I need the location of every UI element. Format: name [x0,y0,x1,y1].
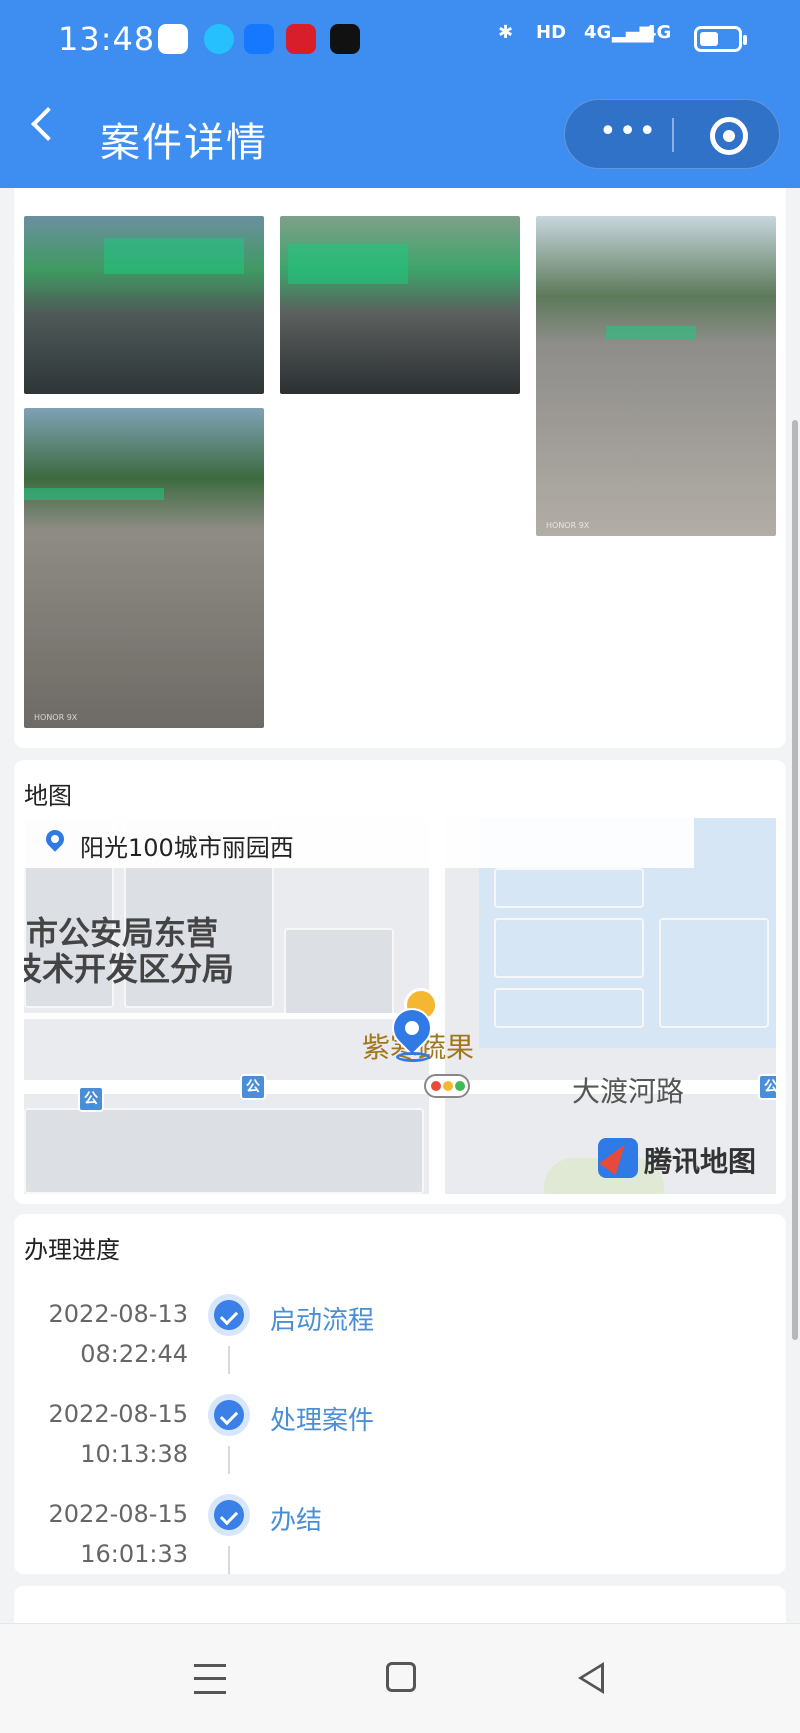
map-block [494,988,644,1028]
location-icon [42,826,68,852]
study-app-icon [286,24,316,54]
system-nav-bar [0,1623,800,1733]
traffic-light-icon [424,1074,470,1098]
map-block [659,918,769,1028]
map-block [24,1108,424,1194]
map-view[interactable]: 市公安局东营 技术开发区分局 紫寒蔬果 公 公 公 大渡河路 腾讯地图 [24,818,776,1194]
photo-watermark: HONOR 9X [34,713,78,722]
step-date: 2022-08-15 [48,1400,188,1428]
hd-badge: HD [536,22,567,43]
back-icon[interactable] [31,107,65,141]
check-circle-icon [208,1294,250,1336]
address-bar: 阳光100城市丽园西 [24,818,694,868]
network-label-2: 4G [644,22,672,43]
notification-app-icon [204,24,234,54]
map-block [284,928,394,1018]
step-label[interactable]: 启动流程 [270,1300,374,1337]
step-time: 16:01:33 [80,1540,188,1568]
case-photo-2[interactable] [280,216,520,394]
green-fence [288,244,408,284]
map-block [494,868,644,908]
progress-step: 2022-08-13 08:22:44 启动流程 [14,1290,786,1390]
notification-app-icon [158,24,188,54]
status-time: 13:48 [58,20,156,58]
timeline-connector [228,1446,230,1474]
step-date: 2022-08-13 [48,1300,188,1328]
green-fence [104,238,244,274]
tencent-map-logo: 腾讯地图 [598,1136,768,1180]
timeline-connector [228,1546,230,1574]
case-photo-3[interactable]: HONOR 9X [536,216,776,536]
map-block [494,918,644,978]
step-time: 08:22:44 [80,1340,188,1368]
map-section-title: 地图 [24,782,72,810]
bus-stop-icon[interactable]: 公 [758,1074,776,1100]
map-road [24,1013,424,1019]
app-header: 13:48 ✱ HD 4G ▂▄▆ 4G 案件详情 ••• [0,0,800,188]
step-label[interactable]: 处理案件 [270,1400,374,1437]
home-icon[interactable] [386,1662,416,1692]
step-label[interactable]: 办结 [270,1500,322,1537]
road-label: 大渡河路 [572,1075,685,1108]
green-fence [24,488,164,500]
map-provider-label: 腾讯地图 [644,1145,757,1178]
page-title: 案件详情 [100,120,268,166]
check-circle-icon [208,1494,250,1536]
scrollbar[interactable] [792,420,798,1340]
map-card: 地图 市公安局东营 技术开发区分局 紫寒蔬果 公 公 公 大渡河路 [14,760,786,1204]
bus-stop-icon[interactable]: 公 [240,1074,266,1100]
green-median [606,326,696,340]
timeline-connector [228,1346,230,1374]
bus-stop-icon[interactable]: 公 [78,1086,104,1112]
compass-icon [598,1138,638,1178]
pin-shadow [396,1052,430,1062]
battery-icon [694,26,747,52]
progress-step: 2022-08-15 10:13:38 处理案件 [14,1390,786,1490]
police-label-2: 技术开发区分局 [24,950,235,988]
step-date: 2022-08-15 [48,1500,188,1528]
progress-card: 办理进度 2022-08-13 08:22:44 启动流程 2022-08-15… [14,1214,786,1574]
step-time: 10:13:38 [80,1440,188,1468]
menu-icon[interactable] [194,1664,226,1694]
capsule-divider [672,118,674,152]
photos-card: HONOR 9X HONOR 9X [14,188,786,748]
tiktok-icon [330,24,360,54]
photo-watermark: HONOR 9X [546,521,590,530]
case-photo-4[interactable]: HONOR 9X [24,408,264,728]
check-circle-icon [208,1394,250,1436]
bluetooth-icon: ✱ [498,22,514,43]
progress-step: 2022-08-15 16:01:33 办结 [14,1490,786,1590]
mini-program-capsule: ••• [564,99,780,169]
case-photo-1[interactable] [24,216,264,394]
network-label-1: 4G [584,22,612,43]
more-dots-icon[interactable]: ••• [599,117,658,147]
progress-section-title: 办理进度 [24,1236,120,1264]
status-bar: 13:48 ✱ HD 4G ▂▄▆ 4G [0,0,800,82]
back-triangle-icon[interactable] [578,1662,604,1694]
close-target-icon[interactable] [710,117,748,155]
alipay-icon [244,24,274,54]
address-text: 阳光100城市丽园西 [80,834,294,862]
